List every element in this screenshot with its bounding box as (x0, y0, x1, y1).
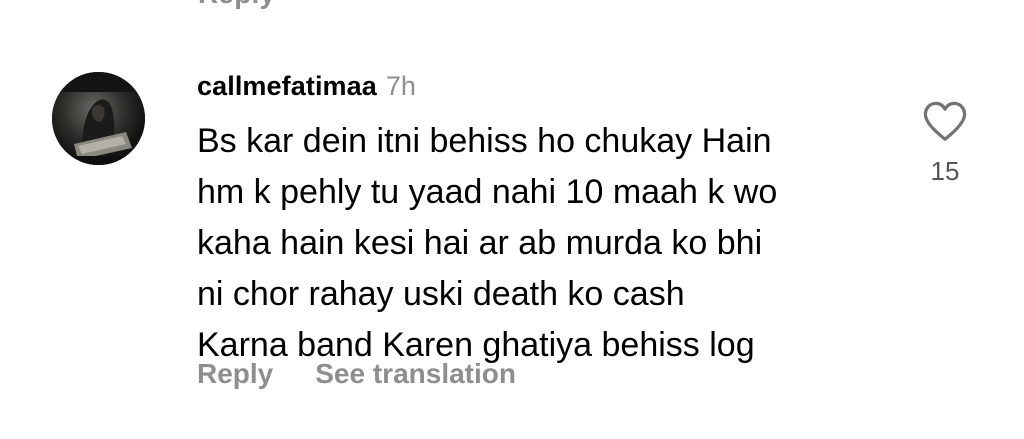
username[interactable]: callmefatimaa (197, 71, 377, 102)
comment-text-line: Bs kar dein itni behiss ho chukay Hain (197, 122, 772, 160)
avatar-photo (52, 72, 145, 165)
comment-text-line: ni chor rahay uski death ko cash (197, 275, 685, 313)
comment-text: Bs kar dein itni behiss ho chukay Hain h… (197, 116, 877, 371)
comment-actions: Reply See translation (197, 358, 516, 390)
reply-button[interactable]: Reply (197, 358, 273, 390)
comment-header: callmefatimaa 7h (197, 71, 416, 107)
heart-outline-icon[interactable] (922, 100, 968, 142)
comment-text-line: hm k pehly tu yaad nahi 10 maah k wo (197, 173, 778, 211)
see-translation-button[interactable]: See translation (315, 358, 516, 390)
like-count: 15 (930, 156, 960, 186)
comment-timestamp: 7h (385, 71, 416, 101)
avatar[interactable] (52, 72, 145, 165)
previous-comment-reply-link[interactable]: Reply (198, 0, 275, 10)
comment-text-line: kaha hain kesi hai ar ab murda ko bhi (197, 224, 763, 262)
like-control: 15 (918, 100, 972, 187)
